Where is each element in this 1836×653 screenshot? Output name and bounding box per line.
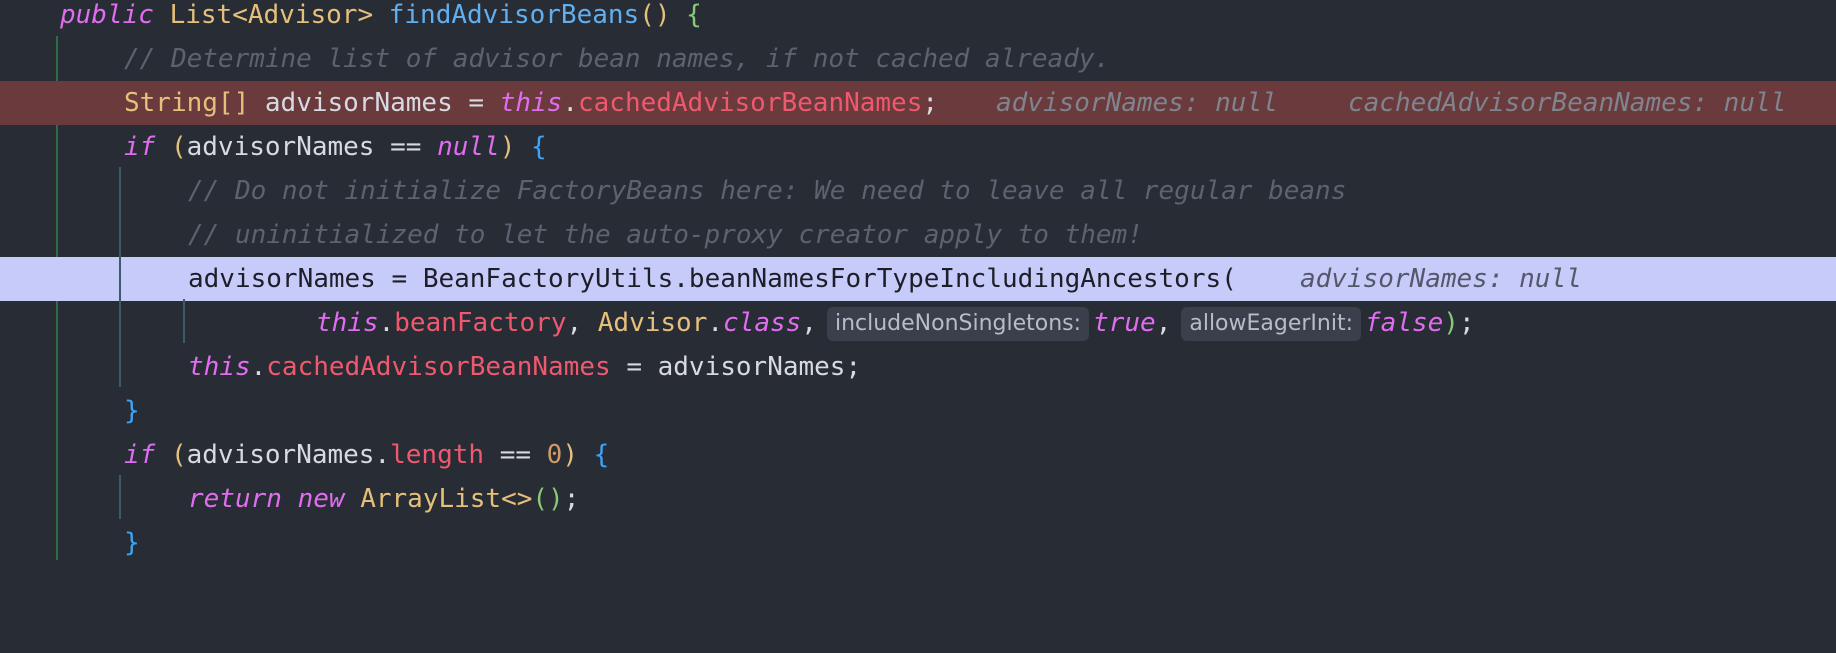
debug-inline-value: advisorNames: null (996, 88, 1278, 118)
code-line-comment-3[interactable]: // uninitialized to let the auto-proxy c… (0, 213, 1836, 257)
keyword-false: false (1365, 308, 1444, 338)
code-line-close-if-2[interactable]: } (0, 521, 1836, 565)
code-line-call-arguments[interactable]: this.beanFactory, Advisor.class, includeN… (0, 301, 1836, 345)
code-editor[interactable]: public List<Advisor> findAdvisorBeans() … (0, 0, 1836, 560)
keyword-class: class (723, 308, 802, 338)
dot: . (250, 352, 267, 382)
code-line-return[interactable]: return new ArrayList<>(); (0, 477, 1836, 521)
return-type: List (169, 0, 233, 30)
dot: . (562, 88, 578, 118)
string-array-type: String[] (124, 88, 250, 118)
indent-guide (119, 167, 121, 387)
method-parens: () (639, 0, 671, 30)
variable-advisor-names: advisorNames (264, 88, 453, 118)
code-line-if-null[interactable]: if (advisorNames == null) { (0, 125, 1836, 169)
operator: = (468, 88, 485, 118)
dot: . (707, 308, 724, 338)
keyword-if: if (124, 132, 156, 162)
paren-open: ( (170, 440, 187, 470)
parens: () (532, 484, 564, 514)
brace-close: } (124, 396, 140, 426)
indent-guide (119, 475, 121, 519)
parameter-hint-include-non-singletons: includeNonSingletons: (826, 306, 1090, 341)
code-line-assign-cache[interactable]: this.cachedAdvisorBeanNames = advisorNam… (0, 345, 1836, 389)
type-array-list: ArrayList (360, 484, 502, 514)
variable-advisor-names: advisorNames (186, 440, 375, 470)
keyword-if: if (124, 440, 156, 470)
operator: == (390, 132, 422, 162)
field-cached-advisor-bean-names: cachedAdvisorBeanNames (577, 88, 923, 118)
keyword-this: this (316, 308, 379, 338)
code-line-breakpoint[interactable]: String[] advisorNames = this.cachedAdvis… (0, 81, 1836, 125)
brace-open: { (531, 132, 547, 162)
comment: // uninitialized to let the auto-proxy c… (188, 220, 1143, 250)
generic-open: < (232, 0, 248, 30)
code-line-if-length[interactable]: if (advisorNames.length == 0) { (0, 433, 1836, 477)
debug-inline-value: cachedAdvisorBeanNames: null (1348, 88, 1787, 118)
number-literal: 0 (546, 440, 563, 470)
comma: , (1155, 308, 1172, 338)
generic-type: Advisor (247, 0, 358, 30)
operator: = (391, 264, 408, 294)
variable-advisor-names: advisorNames (188, 264, 376, 294)
code-line-current-execution[interactable]: advisorNames = BeanFactoryUtils.beanName… (0, 257, 1836, 301)
keyword-this: this (188, 352, 251, 382)
paren-open: ( (1221, 264, 1237, 294)
brace-close: } (124, 528, 140, 558)
paren-open: ( (170, 132, 187, 162)
field-cached-advisor-bean-names: cachedAdvisorBeanNames (266, 352, 611, 382)
method-name: findAdvisorBeans (388, 0, 640, 30)
dot: . (374, 440, 391, 470)
field-bean-factory: beanFactory (394, 308, 567, 338)
indent-guide (183, 299, 185, 343)
brace-open: { (593, 440, 610, 470)
comma: , (801, 308, 817, 338)
keyword-null: null (437, 132, 500, 162)
semicolon: ; (1458, 308, 1475, 338)
keyword-this: this (499, 88, 563, 118)
paren-close: ) (562, 440, 578, 470)
code-line-comment-1[interactable]: // Determine list of advisor bean names,… (0, 37, 1836, 81)
field-length: length (390, 440, 485, 470)
method-brace-open: { (686, 0, 702, 30)
code-line-close-if[interactable]: } (0, 389, 1836, 433)
keyword-public: public (60, 0, 154, 30)
code-line-comment-2[interactable]: // Do not initialize FactoryBeans here: … (0, 169, 1836, 213)
paren-close: ) (1443, 308, 1459, 338)
method-call: BeanFactoryUtils.beanNamesForTypeIncludi… (422, 264, 1222, 294)
comment: // Determine list of advisor bean names,… (124, 44, 1111, 74)
semicolon: ; (845, 352, 862, 382)
diamond-operator: <> (501, 484, 533, 514)
operator: = (626, 352, 642, 382)
debug-inline-value: advisorNames: null (1300, 264, 1582, 294)
parameter-hint-allow-eager-init: allowEagerInit: (1181, 306, 1362, 341)
code-line-method-signature[interactable]: public List<Advisor> findAdvisorBeans() … (0, 0, 1836, 37)
operator: == (499, 440, 532, 470)
keyword-new: new (297, 484, 345, 514)
keyword-true: true (1093, 308, 1156, 338)
variable-advisor-names: advisorNames (657, 352, 846, 382)
generic-close: > (357, 0, 374, 30)
semicolon: ; (922, 88, 939, 118)
dot: . (378, 308, 395, 338)
semicolon: ; (563, 484, 580, 514)
comma: , (566, 308, 583, 338)
paren-close: ) (499, 132, 516, 162)
class-advisor: Advisor (597, 308, 708, 338)
comment: // Do not initialize FactoryBeans here: … (188, 176, 1347, 206)
variable-advisor-names: advisorNames (186, 132, 375, 162)
keyword-return: return (188, 484, 282, 514)
